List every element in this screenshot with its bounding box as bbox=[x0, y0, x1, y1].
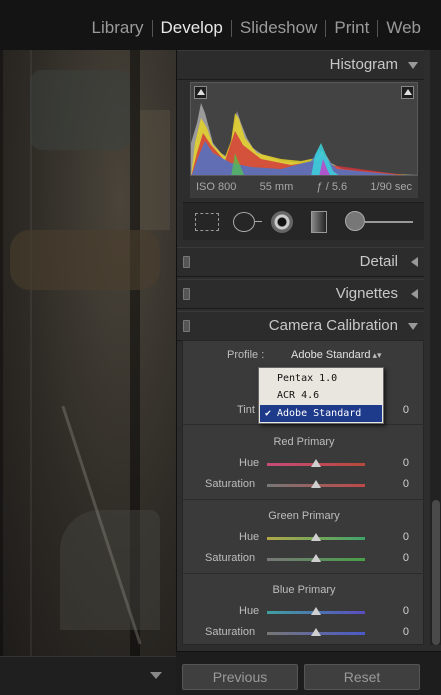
histogram-title: Histogram bbox=[329, 56, 398, 73]
red-saturation-value: 0 bbox=[402, 478, 409, 490]
previous-button[interactable]: Previous bbox=[182, 664, 298, 690]
photo-preview[interactable] bbox=[0, 50, 176, 656]
profile-option-acr[interactable]: ACR 4.6 bbox=[260, 387, 382, 404]
green-saturation-label: Saturation bbox=[205, 552, 256, 564]
red-hue-value: 0 bbox=[402, 457, 409, 469]
panel-switch-icon[interactable] bbox=[183, 288, 190, 300]
brush-size-line bbox=[365, 221, 413, 223]
green-hue-value: 0 bbox=[402, 531, 409, 543]
tool-strip bbox=[183, 202, 424, 240]
group-divider bbox=[183, 424, 425, 425]
expand-triangle-icon[interactable] bbox=[411, 257, 418, 267]
green-saturation-slider-knob[interactable] bbox=[311, 554, 321, 562]
panel-bottom-bar: Previous Reset bbox=[176, 651, 441, 695]
module-picker-bar: Library Develop Slideshow Print Web bbox=[0, 0, 441, 50]
iso-value: ISO 800 bbox=[196, 181, 237, 193]
profile-label: Profile : bbox=[227, 349, 265, 361]
aperture-value: ƒ / 5.6 bbox=[316, 181, 348, 193]
photo-detail bbox=[140, 110, 170, 230]
blue-hue-value: 0 bbox=[402, 605, 409, 617]
spot-removal-arrow-icon bbox=[255, 221, 262, 222]
profile-option-adobe-standard[interactable]: ✔ Adobe Standard bbox=[260, 405, 382, 422]
profile-select-value: Adobe Standard bbox=[291, 349, 371, 361]
profile-option-pentax[interactable]: Pentax 1.0 bbox=[260, 370, 382, 387]
vignettes-panel-header[interactable]: Vignettes bbox=[177, 279, 424, 309]
histogram-graph[interactable] bbox=[190, 82, 418, 176]
module-library[interactable]: Library bbox=[84, 18, 152, 38]
panel-switch-icon[interactable] bbox=[183, 320, 190, 332]
shadow-clipping-icon[interactable] bbox=[194, 86, 207, 99]
profile-select[interactable]: Adobe Standard ▴▾ bbox=[291, 349, 382, 361]
green-primary-title: Green Primary bbox=[268, 510, 340, 522]
reset-button[interactable]: Reset bbox=[304, 664, 420, 690]
red-eye-icon[interactable] bbox=[271, 211, 293, 233]
profile-option-label: Adobe Standard bbox=[277, 408, 362, 419]
filmstrip-toggle-icon[interactable] bbox=[150, 672, 162, 679]
module-develop[interactable]: Develop bbox=[153, 18, 231, 38]
adjustment-brush-icon[interactable] bbox=[345, 211, 365, 231]
profile-option-label: ACR 4.6 bbox=[277, 390, 320, 401]
spot-removal-icon[interactable] bbox=[233, 212, 255, 232]
red-saturation-slider-knob[interactable] bbox=[311, 480, 321, 488]
group-divider bbox=[183, 573, 425, 574]
vignettes-title: Vignettes bbox=[335, 285, 398, 302]
expand-triangle-icon[interactable] bbox=[411, 289, 418, 299]
histogram-info: ISO 800 55 mm ƒ / 5.6 1/90 sec bbox=[190, 176, 418, 198]
green-saturation-value: 0 bbox=[402, 552, 409, 564]
checkmark-icon: ✔ bbox=[265, 408, 272, 419]
filmstrip-bar bbox=[0, 656, 176, 695]
blue-primary-title: Blue Primary bbox=[272, 584, 336, 596]
detail-panel-header[interactable]: Detail bbox=[177, 247, 424, 277]
blue-saturation-value: 0 bbox=[402, 626, 409, 638]
tint-value: 0 bbox=[402, 404, 409, 416]
blue-saturation-label: Saturation bbox=[205, 626, 256, 638]
red-hue-label: Hue bbox=[239, 457, 260, 469]
photo-detail bbox=[10, 230, 160, 290]
module-web[interactable]: Web bbox=[378, 18, 429, 38]
blue-saturation-slider-knob[interactable] bbox=[311, 628, 321, 636]
profile-dropdown-menu: Pentax 1.0 ACR 4.6 ✔ Adobe Standard bbox=[258, 367, 384, 424]
crop-overlay-icon[interactable] bbox=[195, 213, 219, 231]
panel-scrollbar-thumb[interactable] bbox=[432, 500, 440, 645]
collapse-triangle-icon[interactable] bbox=[408, 323, 418, 330]
red-saturation-label: Saturation bbox=[205, 478, 256, 490]
blue-hue-slider-knob[interactable] bbox=[311, 607, 321, 615]
profile-option-label: Pentax 1.0 bbox=[277, 373, 338, 384]
collapse-triangle-icon[interactable] bbox=[408, 62, 418, 69]
panel-switch-icon[interactable] bbox=[183, 256, 190, 268]
histogram-header[interactable]: Histogram bbox=[177, 50, 424, 80]
red-primary-title: Red Primary bbox=[273, 436, 335, 448]
photo-detail bbox=[60, 510, 160, 630]
group-divider bbox=[183, 499, 425, 500]
green-hue-slider-knob[interactable] bbox=[311, 533, 321, 541]
highlight-clipping-icon[interactable] bbox=[401, 86, 414, 99]
red-hue-slider-knob[interactable] bbox=[311, 459, 321, 467]
graduated-filter-icon[interactable] bbox=[311, 211, 327, 233]
green-hue-label: Hue bbox=[239, 531, 260, 543]
photo-detail bbox=[30, 70, 130, 150]
tint-label: Tint bbox=[237, 404, 255, 416]
focal-length-value: 55 mm bbox=[259, 181, 294, 193]
blue-hue-label: Hue bbox=[239, 605, 260, 617]
calibration-panel-header[interactable]: Camera Calibration bbox=[177, 311, 424, 341]
detail-title: Detail bbox=[359, 253, 398, 270]
module-slideshow[interactable]: Slideshow bbox=[232, 18, 326, 38]
module-picker: Library Develop Slideshow Print Web bbox=[84, 18, 429, 38]
calibration-title: Camera Calibration bbox=[268, 317, 398, 334]
module-print[interactable]: Print bbox=[326, 18, 377, 38]
shutter-value: 1/90 sec bbox=[370, 181, 412, 193]
updown-arrows-icon: ▴▾ bbox=[372, 350, 382, 360]
histogram-curves bbox=[191, 103, 417, 175]
